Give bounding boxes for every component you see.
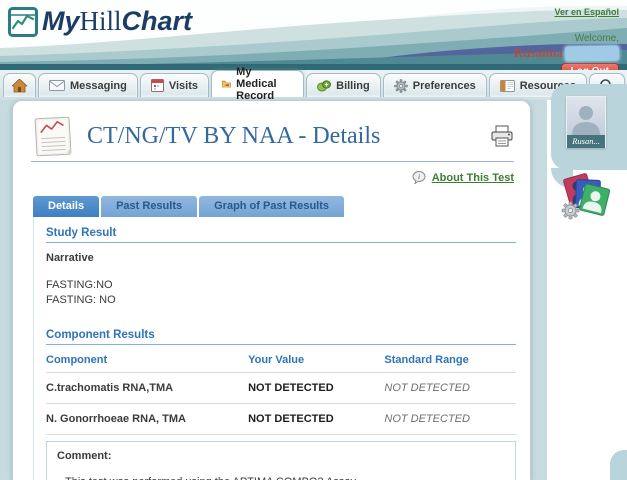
nav-tab-billing[interactable]: Billing bbox=[306, 73, 381, 97]
logo-hill: Hill bbox=[80, 6, 122, 36]
nav-tab-label: Billing bbox=[336, 80, 370, 92]
folder-icon bbox=[222, 78, 231, 90]
content-panel: CT/NG/TV BY NAA - Details i About This T… bbox=[12, 100, 531, 480]
comment-box: Comment: This test was performed using t… bbox=[46, 441, 516, 480]
nav-tab-label: Visits bbox=[169, 80, 198, 92]
subtab-past-results[interactable]: Past Results bbox=[101, 196, 197, 217]
chart-pad-icon bbox=[8, 7, 38, 37]
about-test-row: i About This Test bbox=[13, 171, 514, 184]
logo-chart: Chart bbox=[122, 6, 193, 36]
avatar-placeholder-image bbox=[567, 97, 605, 135]
book-icon bbox=[500, 80, 515, 92]
comment-label: Comment: bbox=[57, 450, 505, 462]
user-name-row: Rusanna bbox=[514, 45, 619, 61]
main-nav-tabbar: Messaging Visits My Medical Record bbox=[0, 70, 627, 100]
logout-button[interactable]: Log Out bbox=[561, 63, 619, 70]
avatar-name-label: Rusan... bbox=[567, 135, 605, 148]
app-title: MyHillChart bbox=[42, 6, 192, 37]
component-results-table: Component Your Value Standard Range C.tr… bbox=[46, 347, 516, 435]
gear-icon bbox=[394, 79, 408, 93]
table-row: C.trachomatis RNA,TMA NOT DETECTED NOT D… bbox=[46, 372, 516, 403]
column-header-component: Component bbox=[46, 347, 248, 373]
result-subtabs: Details Past Results Graph of Past Resul… bbox=[33, 196, 530, 217]
your-value: NOT DETECTED bbox=[248, 372, 384, 403]
comment-paragraph: This test was performed using the APTIMA… bbox=[65, 474, 505, 480]
app-logo[interactable]: MyHillChart bbox=[8, 6, 192, 37]
welcome-text: Welcome, bbox=[514, 33, 619, 44]
narrative-text: FASTING:NO FASTING: NO bbox=[46, 278, 516, 309]
component-name: N. Gonorrhoeae RNA, TMA bbox=[46, 403, 248, 434]
table-header-row: Component Your Value Standard Range bbox=[46, 347, 516, 373]
envelope-icon bbox=[49, 80, 65, 91]
narrative-label: Narrative bbox=[46, 252, 516, 264]
nav-tab-visits[interactable]: Visits bbox=[140, 73, 209, 97]
nav-tab-my-medical-record[interactable]: My Medical Record bbox=[211, 70, 304, 97]
test-report-icon bbox=[31, 115, 75, 157]
column-header-your-value: Your Value bbox=[248, 347, 384, 373]
billing-icon bbox=[317, 79, 331, 92]
nav-tab-label: My Medical Record bbox=[236, 66, 293, 102]
nav-tab-preferences[interactable]: Preferences bbox=[383, 73, 487, 97]
nav-tab-label: Messaging bbox=[70, 80, 127, 92]
home-icon bbox=[12, 79, 27, 93]
details-tab-content: Study Result Narrative FASTING:NO FASTIN… bbox=[33, 217, 516, 480]
study-result-heading: Study Result bbox=[46, 227, 516, 243]
user-first-name: Rusanna bbox=[514, 45, 563, 61]
person-silhouette-icon bbox=[569, 103, 603, 135]
panel-header: CT/NG/TV BY NAA - Details bbox=[13, 101, 530, 157]
manage-accounts-icon[interactable] bbox=[558, 170, 612, 227]
column-header-standard-range: Standard Range bbox=[384, 347, 516, 373]
subtab-details[interactable]: Details bbox=[33, 196, 99, 217]
header-user-area: Ver en Español Welcome, Rusanna Log Out bbox=[514, 2, 619, 70]
redacted-last-name bbox=[565, 45, 619, 61]
standard-range: NOT DETECTED bbox=[384, 372, 516, 403]
nav-tab-home[interactable] bbox=[3, 73, 36, 97]
component-results-section: Component Results Component Your Value S… bbox=[46, 329, 516, 480]
nav-tab-label: Preferences bbox=[413, 80, 476, 92]
svg-text:i: i bbox=[418, 172, 420, 181]
language-toggle-link[interactable]: Ver en Español bbox=[554, 7, 619, 17]
subtab-graph-of-past-results[interactable]: Graph of Past Results bbox=[199, 196, 344, 217]
info-bubble-icon: i bbox=[412, 171, 426, 184]
header-banner: MyHillChart Ver en Español Welcome, Rusa… bbox=[0, 0, 627, 70]
app-window: MyHillChart Ver en Español Welcome, Rusa… bbox=[0, 0, 627, 480]
your-value: NOT DETECTED bbox=[248, 403, 384, 434]
print-icon[interactable] bbox=[490, 125, 514, 147]
component-results-heading: Component Results bbox=[46, 329, 516, 345]
user-avatar[interactable]: Rusan... bbox=[566, 96, 606, 148]
about-this-test-link[interactable]: About This Test bbox=[432, 172, 514, 184]
standard-range: NOT DETECTED bbox=[384, 403, 516, 434]
table-row: N. Gonorrhoeae RNA, TMA NOT DETECTED NOT… bbox=[46, 403, 516, 434]
sidebar-bottom-bubble bbox=[610, 450, 627, 480]
page-title: CT/NG/TV BY NAA - Details bbox=[87, 123, 380, 150]
title-divider bbox=[31, 161, 514, 162]
component-name: C.trachomatis RNA,TMA bbox=[46, 372, 248, 403]
logo-my: My bbox=[42, 6, 80, 36]
nav-tab-messaging[interactable]: Messaging bbox=[38, 73, 138, 97]
calendar-icon bbox=[151, 79, 164, 92]
